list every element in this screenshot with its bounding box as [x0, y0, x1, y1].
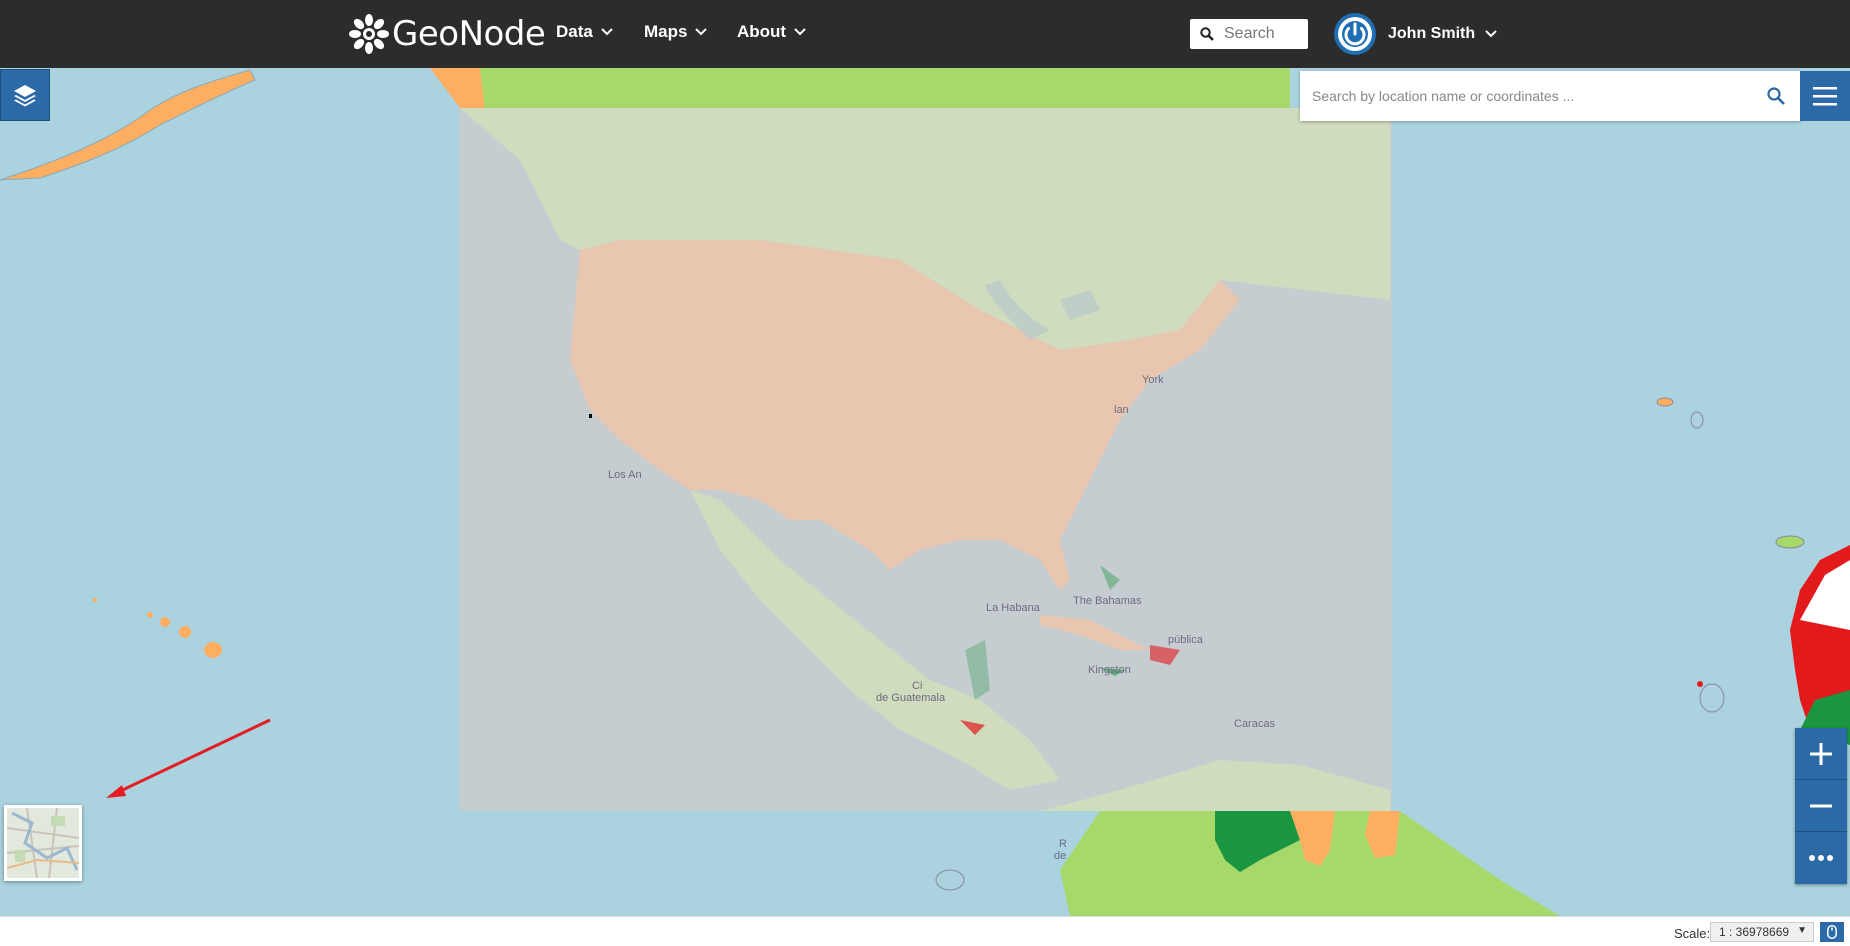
caret-down-icon: ▼: [1797, 925, 1807, 936]
scale-value: 1 : 36978669: [1719, 925, 1790, 939]
ellipsis-icon: [1809, 855, 1833, 861]
map-label: Los An: [608, 469, 642, 481]
zoom-in-button[interactable]: [1795, 728, 1847, 780]
nav-search[interactable]: [1190, 19, 1308, 49]
geonode-logo-icon: [349, 14, 389, 54]
more-options-button[interactable]: [1795, 832, 1847, 884]
map-label: R: [1059, 838, 1067, 850]
user-menu[interactable]: John Smith: [1334, 13, 1497, 55]
burger-menu-button[interactable]: [1800, 71, 1850, 121]
plus-icon: [1810, 742, 1832, 765]
zoom-out-button[interactable]: [1795, 780, 1847, 832]
menu-icon: [1813, 87, 1837, 106]
map-label: lan: [1114, 404, 1129, 416]
map-search-input[interactable]: [1300, 71, 1752, 121]
map-footer: Scale: 1 : 36978669 ▼: [0, 916, 1850, 946]
zoom-controls: [1795, 728, 1847, 884]
map-label: The Bahamas: [1073, 595, 1142, 607]
mouse-position-button[interactable]: [1820, 922, 1844, 942]
brand-name: GeoNode: [392, 14, 546, 54]
search-icon: [1200, 27, 1214, 41]
chevron-down-icon: [794, 28, 806, 36]
search-icon[interactable]: [1752, 86, 1800, 106]
nav-search-input[interactable]: [1222, 24, 1302, 44]
nav-about[interactable]: About: [737, 22, 806, 42]
user-name: John Smith: [1388, 25, 1476, 42]
top-navbar: GeoNode Data Maps About John Smith: [0, 0, 1850, 68]
chevron-down-icon: [601, 28, 613, 36]
chevron-down-icon: [695, 28, 708, 36]
scale-label: Scale:: [1674, 926, 1711, 941]
map-label: de Guatemala: [876, 692, 946, 704]
nav-maps[interactable]: Maps: [644, 22, 708, 42]
layers-button[interactable]: [0, 69, 50, 121]
chevron-down-icon: [1485, 30, 1497, 38]
map-search-box: [1300, 71, 1800, 121]
map-label: Ci: [912, 680, 923, 692]
basemap-thumbnail-icon: [7, 808, 79, 878]
layers-icon: [14, 85, 36, 107]
arrow-annotation: [106, 718, 271, 798]
brand[interactable]: GeoNode: [348, 8, 546, 60]
avatar: [1334, 13, 1376, 55]
map-label: de: [1054, 850, 1067, 862]
mouse-icon: [1827, 925, 1837, 939]
map-label: Kingston: [1088, 664, 1131, 676]
map-label: York: [1142, 374, 1164, 386]
background-switcher[interactable]: [4, 805, 82, 881]
map-label: Caracas: [1234, 718, 1275, 730]
minus-icon: [1810, 804, 1832, 807]
scale-select[interactable]: 1 : 36978669 ▼: [1710, 922, 1814, 942]
map-label: pública: [1168, 634, 1203, 646]
map-label: La Habana: [986, 602, 1040, 614]
nav-data[interactable]: Data: [556, 22, 613, 42]
